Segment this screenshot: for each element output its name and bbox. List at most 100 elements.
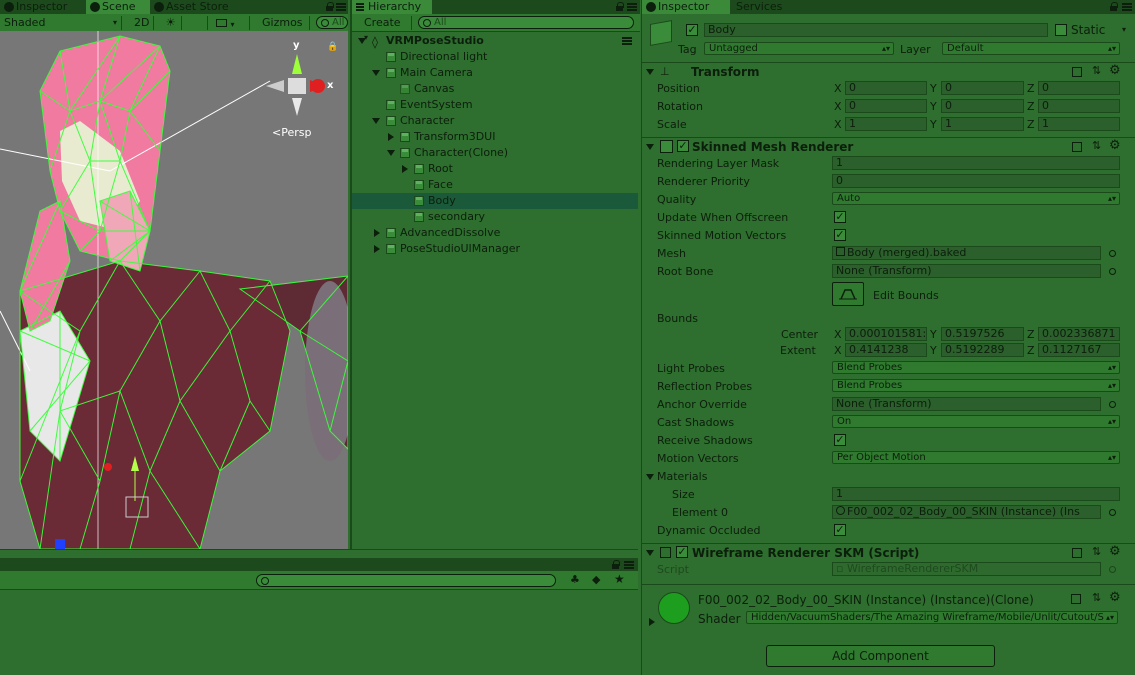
reflection-probes-dropdown[interactable]: Blend Probes ▴▾ xyxy=(832,379,1120,392)
root-bone-field[interactable]: None (Transform) xyxy=(832,264,1101,278)
hierarchy-search-input[interactable]: All xyxy=(418,16,634,29)
element0-field[interactable]: F00_002_02_Body_00_SKIN (Instance) (Ins xyxy=(832,505,1101,519)
2d-toggle[interactable]: 2D xyxy=(130,16,154,30)
extent-x-field[interactable]: 0.4141238 xyxy=(845,343,927,357)
expand-arrow-icon[interactable] xyxy=(387,150,395,156)
filter-by-type-icon[interactable]: ♣ xyxy=(570,573,580,586)
center-x-field[interactable]: 0.000101581: xyxy=(845,327,927,341)
tag-dropdown[interactable]: Untagged ▴▾ xyxy=(704,42,894,55)
scale-z-field[interactable]: 1 xyxy=(1038,117,1120,131)
expand-arrow-icon[interactable] xyxy=(388,133,394,141)
filter-by-label-icon[interactable]: ◆ xyxy=(592,573,600,586)
tree-item-advanced-dissolve[interactable]: AdvancedDissolve xyxy=(352,225,638,241)
hierarchy-lock-icon[interactable] xyxy=(616,2,624,11)
position-x-field[interactable]: 0 xyxy=(845,81,927,95)
center-z-field[interactable]: 0.002336871 xyxy=(1038,327,1120,341)
preset-icon[interactable]: ⇅ xyxy=(1092,591,1101,604)
rotation-z-field[interactable]: 0 xyxy=(1038,99,1120,113)
lighting-toggle[interactable]: ☀ xyxy=(160,16,182,30)
hierarchy-menu-icon[interactable] xyxy=(627,3,637,11)
tree-item-character[interactable]: Character xyxy=(352,113,638,129)
center-y-field[interactable]: 0.5197526 xyxy=(941,327,1024,341)
gizmos-dropdown[interactable]: Gizmos ▾ xyxy=(258,16,310,42)
expand-arrow-icon[interactable] xyxy=(358,38,366,44)
renderer-priority-field[interactable]: 0 xyxy=(832,174,1120,188)
audio-toggle[interactable] xyxy=(186,16,208,30)
material-swatch[interactable] xyxy=(658,592,690,624)
help-book-icon[interactable] xyxy=(1072,67,1082,77)
project-search-input[interactable] xyxy=(256,574,556,587)
expand-arrow-icon[interactable] xyxy=(372,70,380,76)
extent-z-field[interactable]: 0.1127167 xyxy=(1038,343,1120,357)
wireframe-enabled-checkbox[interactable]: ✓ xyxy=(676,546,688,558)
add-component-button[interactable]: Add Component xyxy=(766,645,995,667)
expand-arrow-icon[interactable] xyxy=(372,118,380,124)
tree-item-secondary[interactable]: secondary xyxy=(352,209,638,225)
settings-gear-icon[interactable]: ⚙ xyxy=(1109,63,1121,78)
object-picker-icon[interactable] xyxy=(1109,268,1116,275)
object-name-field[interactable]: Body xyxy=(704,23,1048,37)
tree-item-eventsystem[interactable]: EventSystem xyxy=(352,97,638,113)
scene-root[interactable]: ◊ VRMPoseStudio xyxy=(352,33,638,49)
anchor-override-field[interactable]: None (Transform) xyxy=(832,397,1101,411)
orientation-gizmo[interactable]: y x xyxy=(264,40,336,122)
object-picker-icon[interactable] xyxy=(1109,401,1116,408)
material-foldout-icon[interactable] xyxy=(649,618,655,626)
settings-gear-icon[interactable]: ⚙ xyxy=(1109,544,1121,559)
settings-gear-icon[interactable]: ⚙ xyxy=(1109,590,1121,605)
scene-lock-icon[interactable]: 🔒 xyxy=(327,42,338,52)
quality-dropdown[interactable]: Auto ▴▾ xyxy=(832,192,1120,205)
foldout-arrow-icon[interactable] xyxy=(646,144,654,150)
shading-mode-dropdown[interactable]: Shaded ▾ xyxy=(0,16,122,30)
mesh-field[interactable]: Body (merged).baked xyxy=(832,246,1101,260)
tree-item-character-clone[interactable]: Character(Clone) xyxy=(352,145,638,161)
scene-viewport[interactable]: y x 🔒 <Persp xyxy=(0,31,348,549)
tab-inspector[interactable]: Inspector xyxy=(642,0,730,14)
scene-menu-icon[interactable] xyxy=(622,37,632,45)
tree-item-canvas[interactable]: Canvas xyxy=(352,81,638,97)
scene-search-input[interactable]: All xyxy=(316,16,348,29)
rendering-layer-mask-field[interactable]: 1 xyxy=(832,156,1120,170)
wireframe-header[interactable]: ✓ Wireframe Renderer SKM (Script) ⇅ ⚙ xyxy=(642,543,1135,561)
motion-vectors-dropdown[interactable]: Per Object Motion ▴▾ xyxy=(832,451,1120,464)
preset-icon[interactable]: ⇅ xyxy=(1092,545,1101,558)
tab-services[interactable]: Services xyxy=(730,0,800,14)
object-picker-icon[interactable] xyxy=(1109,250,1116,257)
settings-gear-icon[interactable]: ⚙ xyxy=(1109,138,1121,153)
tree-item-main-camera[interactable]: Main Camera xyxy=(352,65,638,81)
layer-dropdown[interactable]: Default ▴▾ xyxy=(942,42,1120,55)
help-book-icon[interactable] xyxy=(1072,142,1082,152)
lock-icon[interactable] xyxy=(326,2,334,11)
tree-item-directional-light[interactable]: Directional light xyxy=(352,49,638,65)
smr-header[interactable]: ✓ Skinned Mesh Renderer ⇅ ⚙ xyxy=(642,137,1135,155)
create-dropdown[interactable]: Create ▾ xyxy=(360,16,412,42)
object-active-checkbox[interactable]: ✓ xyxy=(686,24,698,36)
tree-item-face[interactable]: Face xyxy=(352,177,638,193)
projection-label[interactable]: <Persp xyxy=(272,126,311,139)
static-dropdown-arrow-icon[interactable]: ▾ xyxy=(1122,25,1126,34)
object-picker-icon[interactable] xyxy=(1109,509,1116,516)
position-y-field[interactable]: 0 xyxy=(941,81,1024,95)
rotation-x-field[interactable]: 0 xyxy=(845,99,927,113)
position-z-field[interactable]: 0 xyxy=(1038,81,1120,95)
dynamic-occluded-checkbox[interactable]: ✓ xyxy=(834,524,846,536)
favorite-star-icon[interactable]: ★ xyxy=(614,572,625,586)
smr-enabled-checkbox[interactable]: ✓ xyxy=(677,140,689,152)
materials-size-field[interactable]: 1 xyxy=(832,487,1120,501)
help-book-icon[interactable] xyxy=(1072,548,1082,558)
extent-y-field[interactable]: 0.5192289 xyxy=(941,343,1024,357)
foldout-arrow-icon[interactable] xyxy=(646,550,654,556)
edit-bounds-button[interactable] xyxy=(832,282,864,306)
tab-inspector-left[interactable]: Inspector xyxy=(0,0,86,14)
cast-shadows-dropdown[interactable]: On ▴▾ xyxy=(832,415,1120,428)
inspector-lock-icon[interactable] xyxy=(1110,2,1118,11)
static-checkbox[interactable] xyxy=(1055,24,1067,36)
expand-arrow-icon[interactable] xyxy=(374,229,380,237)
project-menu-icon[interactable] xyxy=(624,561,634,569)
foldout-arrow-icon[interactable] xyxy=(646,69,654,75)
effects-dropdown[interactable]: ▾ xyxy=(212,16,250,30)
tree-item-body[interactable]: Body xyxy=(352,193,638,209)
expand-arrow-icon[interactable] xyxy=(402,165,408,173)
skinned-motion-vectors-checkbox[interactable]: ✓ xyxy=(834,229,846,241)
preset-icon[interactable]: ⇅ xyxy=(1092,139,1101,152)
